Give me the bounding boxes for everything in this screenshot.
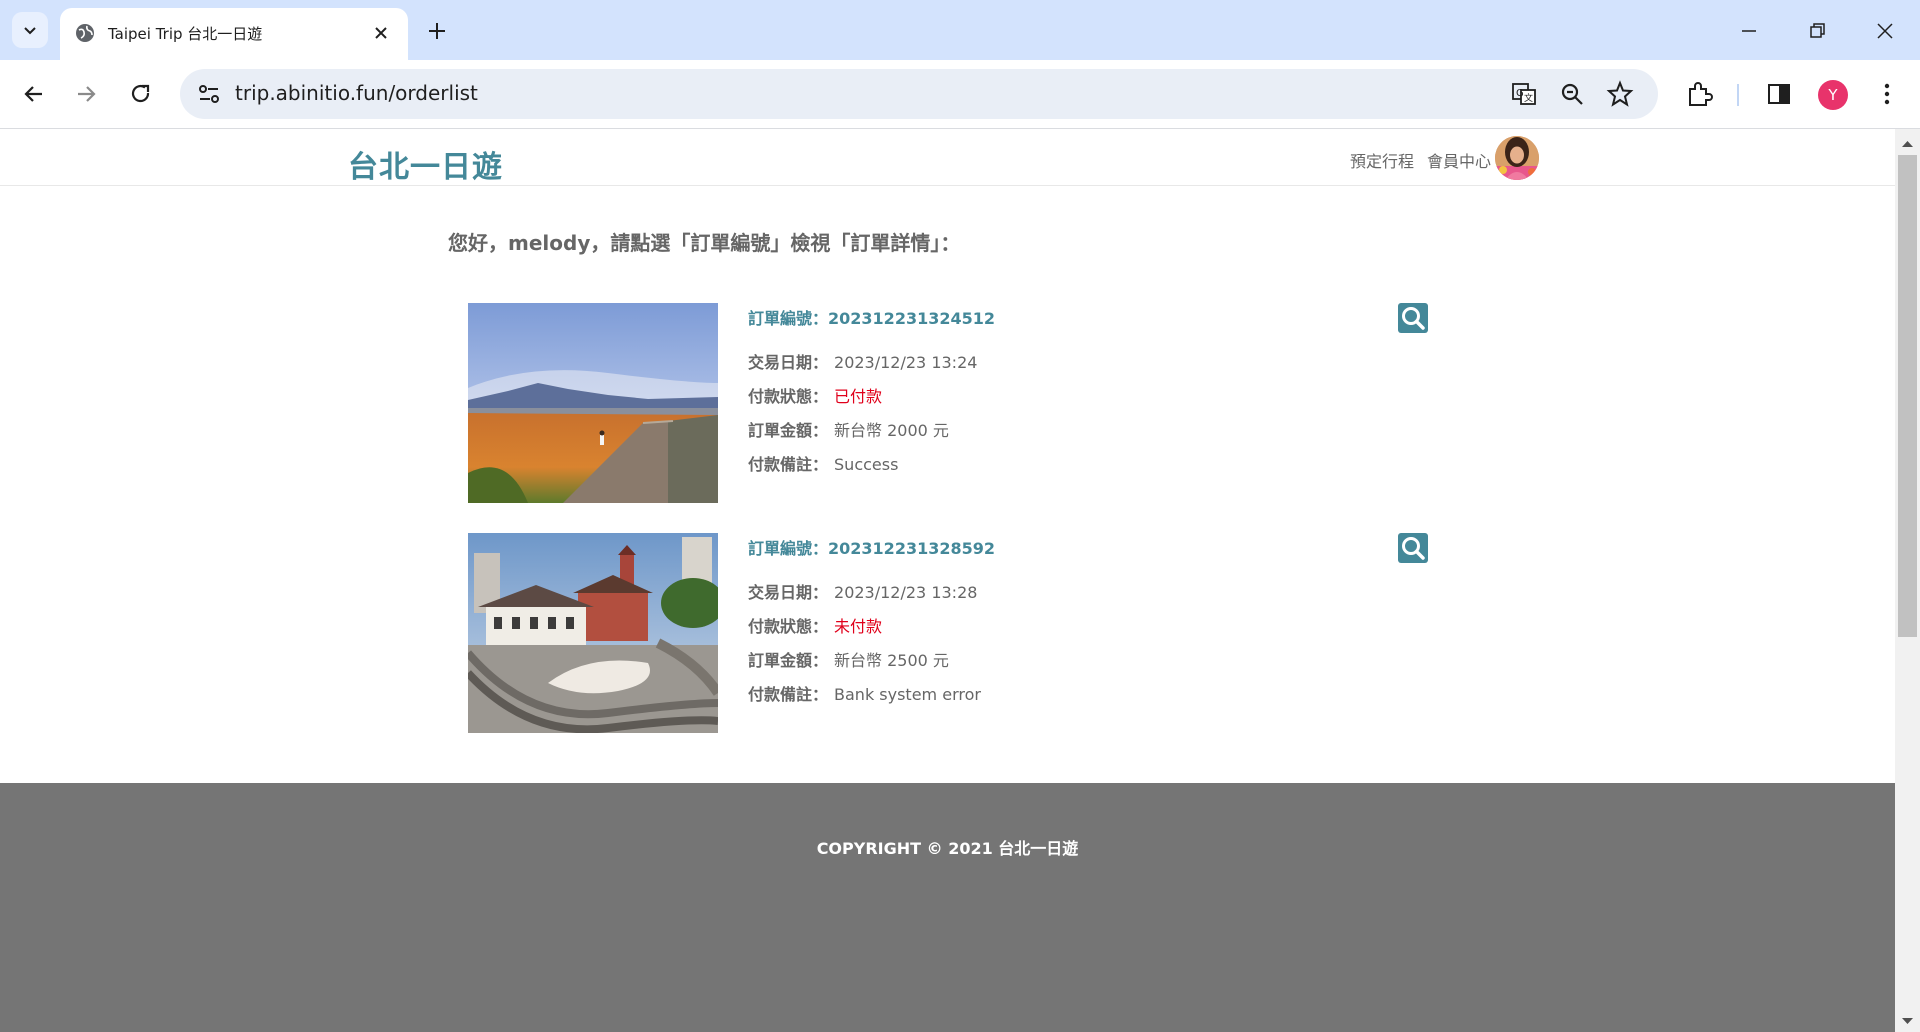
site-footer: COPYRIGHT © 2021 台北一日遊 (0, 783, 1895, 1032)
note-value: Success (834, 455, 899, 474)
address-bar[interactable]: trip.abinitio.fun/orderlist G 文 (180, 69, 1658, 119)
tab-search-button[interactable] (12, 12, 48, 48)
order-number-label: 訂單編號： (748, 539, 829, 558)
site-settings-icon[interactable] (196, 82, 222, 106)
order-note-row: 付款備註： Success (748, 451, 898, 475)
order-detail-button[interactable] (1398, 533, 1428, 563)
browser-tab-bar: Taipei Trip 台北一日遊 (0, 0, 1920, 60)
extensions-icon[interactable] (1685, 80, 1713, 108)
translate-icon[interactable]: G 文 (1510, 80, 1538, 108)
order-date-row: 交易日期： 2023/12/23 13:24 (748, 349, 977, 373)
scrollbar-thumb[interactable] (1898, 155, 1917, 637)
amount-label: 訂單金額： (748, 421, 829, 440)
url-text[interactable]: trip.abinitio.fun/orderlist (235, 81, 478, 105)
order-number-link[interactable]: 訂單編號：202312231328592 (748, 535, 995, 559)
search-icon (1402, 307, 1425, 330)
site-header: 台北一日遊 預定行程 會員中心 (0, 129, 1895, 186)
nav-booking-link[interactable]: 預定行程 (1350, 148, 1414, 172)
amount-label: 訂單金額： (748, 651, 829, 670)
profile-avatar[interactable]: Y (1818, 80, 1848, 110)
copyright-text: COPYRIGHT © 2021 台北一日遊 (816, 839, 1079, 858)
site-logo[interactable]: 台北一日遊 (348, 142, 503, 186)
chevron-down-icon (24, 27, 36, 35)
order-amount-row: 訂單金額： 新台幣 2000 元 (748, 417, 949, 441)
greeting-text: 您好，melody，請點選「訂單編號」檢視「訂單詳情」： (448, 231, 961, 255)
historic-building-photo (468, 533, 718, 733)
new-tab-plus-icon[interactable] (424, 18, 450, 44)
menu-kebab-icon[interactable] (1873, 80, 1901, 108)
forward-arrow-icon[interactable] (72, 80, 100, 108)
amount-value: 新台幣 2500 元 (834, 651, 949, 670)
order-number-value: 202312231324512 (828, 309, 996, 328)
status-value: 未付款 (834, 617, 883, 636)
minimize-icon[interactable] (1734, 16, 1764, 46)
order-number-value: 202312231328592 (828, 539, 996, 558)
reload-icon[interactable] (127, 80, 155, 108)
bookmark-star-icon[interactable] (1606, 80, 1634, 108)
toolbar-separator (1737, 84, 1739, 106)
window-close-icon[interactable] (1870, 16, 1900, 46)
nav-member-link[interactable]: 會員中心 (1427, 148, 1491, 172)
svg-text:G: G (1516, 88, 1524, 99)
side-panel-icon[interactable] (1765, 80, 1793, 108)
globe-icon (76, 24, 94, 42)
date-value: 2023/12/23 13:28 (834, 583, 978, 602)
member-avatar[interactable] (1495, 136, 1539, 180)
status-label: 付款狀態： (748, 387, 829, 406)
order-note-row: 付款備註： Bank system error (748, 681, 981, 705)
note-label: 付款備註： (748, 685, 829, 704)
date-label: 交易日期： (748, 583, 829, 602)
order-number-label: 訂單編號： (748, 309, 829, 328)
note-label: 付款備註： (748, 455, 829, 474)
scroll-down-arrow-icon[interactable] (1901, 1016, 1914, 1026)
status-value: 已付款 (834, 387, 883, 406)
amount-value: 新台幣 2000 元 (834, 421, 949, 440)
order-status-row: 付款狀態： 已付款 (748, 383, 882, 407)
zoom-icon[interactable] (1558, 80, 1586, 108)
status-label: 付款狀態： (748, 617, 829, 636)
browser-tab-active[interactable]: Taipei Trip 台北一日遊 (60, 8, 408, 60)
close-icon[interactable] (370, 22, 392, 44)
search-icon (1402, 537, 1425, 560)
page-viewport: 台北一日遊 預定行程 會員中心 您好，melody，請點選「訂單編號」檢視「訂單… (0, 129, 1895, 1032)
restore-icon[interactable] (1802, 16, 1832, 46)
browser-toolbar: trip.abinitio.fun/orderlist G 文 Y (0, 60, 1920, 129)
order-amount-row: 訂單金額： 新台幣 2500 元 (748, 647, 949, 671)
scroll-up-arrow-icon[interactable] (1901, 139, 1914, 149)
note-value: Bank system error (834, 685, 981, 704)
date-label: 交易日期： (748, 353, 829, 372)
field-road-photo (468, 303, 718, 503)
order-status-row: 付款狀態： 未付款 (748, 613, 882, 637)
order-number-link[interactable]: 訂單編號：202312231324512 (748, 305, 995, 329)
order-detail-button[interactable] (1398, 303, 1428, 333)
order-card: 訂單編號：202312231324512 交易日期： 2023/12/23 13:… (468, 303, 1428, 503)
tab-title: Taipei Trip 台北一日遊 (108, 25, 263, 43)
order-card: 訂單編號：202312231328592 交易日期： 2023/12/23 13:… (468, 533, 1428, 733)
svg-text:文: 文 (1524, 92, 1533, 104)
date-value: 2023/12/23 13:24 (834, 353, 978, 372)
back-arrow-icon[interactable] (20, 80, 48, 108)
order-date-row: 交易日期： 2023/12/23 13:28 (748, 579, 977, 603)
